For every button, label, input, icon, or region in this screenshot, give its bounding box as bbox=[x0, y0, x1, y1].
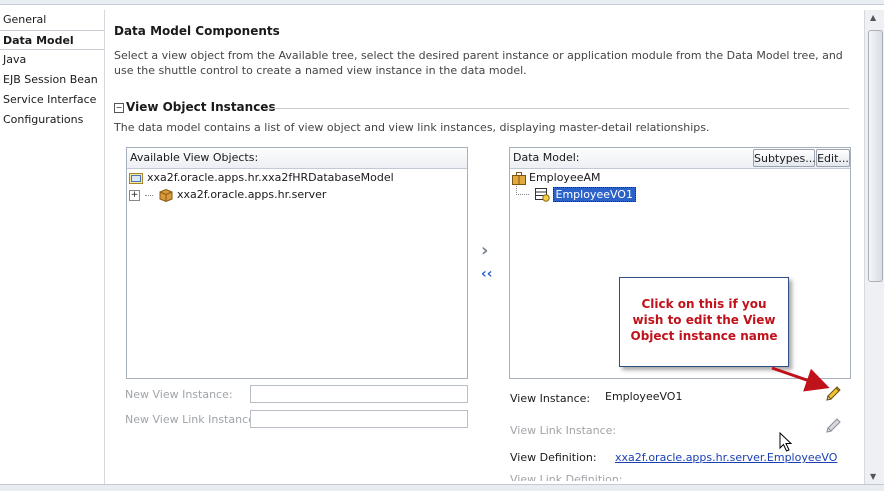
view-definition-link[interactable]: xxa2f.oracle.apps.hr.server.EmployeeVO bbox=[615, 451, 837, 464]
scrollbar-thumb[interactable] bbox=[868, 30, 883, 282]
callout-arrow-icon bbox=[771, 366, 830, 392]
section-title: View Object Instances bbox=[126, 100, 276, 114]
main-panel: Data Model Components Select a view obje… bbox=[105, 10, 861, 490]
tree-node-hr-server[interactable]: + xxa2f.oracle.apps.hr.server bbox=[129, 186, 326, 203]
shuttle-add-button[interactable]: › bbox=[481, 240, 488, 261]
nav-item-java[interactable]: Java bbox=[0, 50, 104, 70]
new-view-instance-label: New View Instance: bbox=[125, 388, 233, 401]
data-model-panel-title: Data Model: bbox=[513, 151, 580, 164]
shuttle-remove-button[interactable]: ‹‹ bbox=[481, 266, 493, 282]
annotation-callout: Click on this if you wish to edit the Vi… bbox=[619, 277, 789, 367]
view-link-definition-label: View Link Definition: bbox=[510, 473, 623, 481]
page-title: Data Model Components bbox=[114, 24, 280, 38]
edit-view-link-instance-pencil-icon[interactable] bbox=[824, 417, 842, 435]
nav-item-data-model[interactable]: Data Model bbox=[0, 30, 104, 50]
page-description: Select a view object from the Available … bbox=[114, 49, 843, 77]
tree-connector bbox=[516, 186, 529, 195]
view-object-icon bbox=[534, 188, 550, 202]
left-nav: General Data Model Java EJB Session Bean… bbox=[0, 10, 105, 490]
new-view-link-instance-label: New View Link Instance: bbox=[125, 413, 259, 426]
tree-node-label: xxa2f.oracle.apps.hr.xxa2fHRDatabaseMode… bbox=[147, 171, 394, 184]
tree-node-employee-vo1[interactable]: EmployeeVO1 bbox=[516, 186, 636, 203]
scroll-down-icon[interactable]: ▼ bbox=[870, 472, 876, 481]
tree-node-employee-am[interactable]: EmployeeAM bbox=[512, 169, 601, 186]
section-divider bbox=[265, 108, 849, 109]
callout-text: Click on this if you wish to edit the Vi… bbox=[630, 297, 778, 343]
tree-connector bbox=[144, 194, 153, 196]
view-definition-label: View Definition: bbox=[510, 451, 597, 464]
application-module-icon bbox=[512, 171, 526, 185]
package-icon bbox=[159, 188, 173, 202]
subtypes-button[interactable]: Subtypes... bbox=[753, 149, 816, 167]
mouse-cursor-icon bbox=[779, 432, 793, 452]
view-link-instance-label: View Link Instance: bbox=[510, 424, 617, 437]
nav-item-service-interface[interactable]: Service Interface bbox=[0, 90, 104, 110]
available-panel-title: Available View Objects: bbox=[130, 151, 259, 164]
view-instance-label: View Instance: bbox=[510, 392, 591, 405]
nav-item-general[interactable]: General bbox=[0, 10, 104, 30]
section-description: The data model contains a list of view o… bbox=[114, 121, 710, 134]
tree-node-label-selected: EmployeeVO1 bbox=[552, 187, 636, 202]
folder-icon bbox=[129, 172, 143, 184]
view-instance-value: EmployeeVO1 bbox=[605, 390, 683, 403]
window-top-edge bbox=[0, 0, 884, 5]
tree-node-label: EmployeeAM bbox=[529, 171, 601, 184]
scroll-up-icon[interactable]: ▲ bbox=[870, 13, 876, 22]
edit-button[interactable]: Edit... bbox=[816, 149, 850, 167]
nav-item-ejb-session-bean[interactable]: EJB Session Bean bbox=[0, 70, 104, 90]
vertical-scrollbar[interactable]: ▲ ▼ bbox=[864, 10, 884, 490]
tree-node-label: xxa2f.oracle.apps.hr.server bbox=[177, 188, 327, 201]
nav-item-configurations[interactable]: Configurations bbox=[0, 110, 104, 130]
available-panel-header: Available View Objects: bbox=[127, 148, 467, 169]
new-view-instance-input[interactable] bbox=[250, 385, 468, 403]
available-view-objects-panel: Available View Objects: xxa2f.oracle.app… bbox=[126, 147, 468, 379]
tree-node-database-model[interactable]: xxa2f.oracle.apps.hr.xxa2fHRDatabaseMode… bbox=[129, 169, 394, 186]
section-collapse-toggle[interactable]: − bbox=[114, 103, 124, 113]
expand-icon[interactable]: + bbox=[129, 189, 140, 201]
new-view-link-instance-input[interactable] bbox=[250, 410, 468, 428]
